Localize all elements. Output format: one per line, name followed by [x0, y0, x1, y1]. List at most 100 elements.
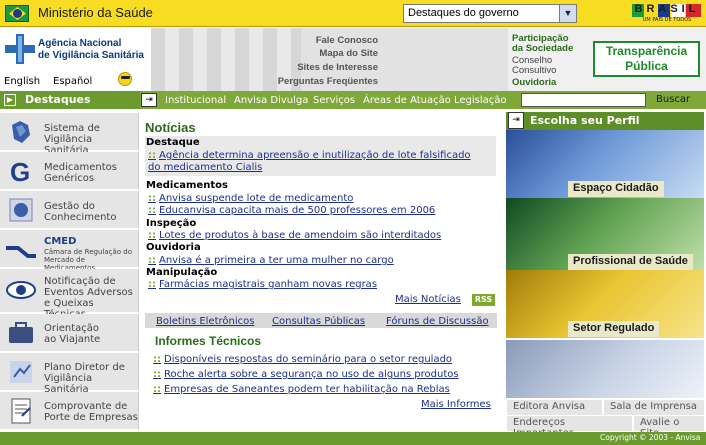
- section-heading-ouvidoria: Ouvidoria: [146, 242, 201, 253]
- sidebar-item-comprovante[interactable]: Comprovante de Porte de Empresas: [0, 392, 139, 430]
- sidebar-item-cmed[interactable]: CMED Câmara de Regulação do Mercado de M…: [0, 230, 139, 272]
- sidebar-label: Porte de Empresas: [44, 412, 138, 423]
- news-link[interactable]: :: Agência determina apreensão e inutiliz…: [148, 150, 471, 161]
- news-link[interactable]: :: Anvisa suspende lote de medicamento: [148, 193, 353, 204]
- sidebar-label: Orientação: [44, 323, 100, 334]
- generic-g-icon: G: [10, 157, 30, 186]
- contact-link[interactable]: Fale Conosco: [316, 35, 378, 46]
- sidebar-label: ao Viajante: [44, 334, 101, 345]
- transparency-line2: Pública: [625, 59, 668, 73]
- sidebar-item-plano[interactable]: Plano Diretor de Vigilância Sanitária: [0, 353, 139, 395]
- profile-citizen[interactable]: Espaço Cidadão: [568, 181, 664, 197]
- sidebar-label: Eventos Adversos: [44, 287, 133, 298]
- sidebar-label: Comprovante de: [44, 401, 128, 412]
- sidebar-label: Genéricos: [44, 173, 95, 184]
- transparency-line1: Transparência: [605, 44, 688, 58]
- brasil-wordmark: BRASIL: [634, 3, 700, 15]
- cmed-icon: [6, 246, 36, 258]
- report-link[interactable]: :: Empresas de Saneantes podem ter habili…: [153, 384, 450, 395]
- report-link[interactable]: :: Roche alerta sobre a segurança no uso …: [153, 369, 459, 380]
- nav-item-anvisa-divulga[interactable]: Anvisa Divulga: [234, 95, 308, 106]
- profile-regulated-sector[interactable]: Setor Regulado: [568, 321, 660, 337]
- tab-foruns[interactable]: Fóruns de Discussão: [386, 316, 489, 327]
- section-heading-manipulacao: Manipulação: [146, 267, 218, 278]
- spanish-link[interactable]: Español: [53, 76, 92, 87]
- enter-arrow-icon: ⇥: [141, 93, 157, 107]
- rate-site-link[interactable]: Avalie o Site: [634, 416, 704, 439]
- section-heading-medicamentos: Medicamentos: [146, 180, 228, 191]
- tab-consultas[interactable]: Consultas Públicas: [272, 316, 365, 327]
- press-room-link[interactable]: Sala de Imprensa: [604, 400, 704, 415]
- technical-reports-title: Informes Técnicos: [155, 334, 262, 348]
- ombudsman-link[interactable]: Ouvidoria: [512, 78, 556, 88]
- more-news-link[interactable]: Mais Notícias: [395, 294, 461, 305]
- anvisa-cross-icon: [5, 34, 35, 64]
- document-icon: [11, 398, 31, 424]
- brasil-tagline: UM PAÍS DE TODOS: [642, 17, 692, 23]
- agency-name-line2: de Vigilância Sanitária: [38, 50, 144, 61]
- map-icon: [12, 121, 30, 143]
- news-link[interactable]: do medicamento Cialis: [148, 162, 262, 173]
- office-image: [506, 340, 704, 398]
- search-button[interactable]: Buscar: [656, 94, 690, 105]
- editora-link[interactable]: Editora Anvisa: [507, 400, 602, 415]
- nav-item-areas[interactable]: Áreas de Atuação: [363, 95, 451, 106]
- sidebar-item-gestao[interactable]: Gestão do Conhecimento: [0, 191, 139, 229]
- section-heading-inspecao: Inspeção: [146, 218, 197, 229]
- sidebar-label: Notificação de: [44, 276, 116, 287]
- sidebar-label: CMED: [44, 236, 77, 247]
- profile-health-professional[interactable]: Profissional de Saúde: [568, 254, 693, 270]
- news-link[interactable]: :: Educanvisa capacita mais de 500 profes…: [148, 205, 435, 216]
- copyright: Copyright © 2003 - Anvisa: [600, 433, 701, 442]
- government-highlights-select[interactable]: Destaques do governo ▼: [403, 4, 577, 23]
- nav-item-servicos[interactable]: Serviços: [313, 95, 355, 106]
- tab-boletins[interactable]: Boletins Eletrônicos: [156, 316, 254, 327]
- faq-link[interactable]: Perguntas Freqüentes: [278, 76, 378, 87]
- svg-text:G: G: [10, 157, 30, 186]
- english-link[interactable]: English: [4, 76, 40, 87]
- sidebar-label: Sistema de: [44, 123, 100, 134]
- council-link-line2[interactable]: Consultivo: [512, 66, 556, 76]
- sites-of-interest-link[interactable]: Sites de Interesse: [297, 62, 378, 73]
- highlight-heading: Destaque: [146, 137, 200, 148]
- ministry-link[interactable]: Ministério da Saúde: [38, 5, 153, 20]
- sidebar-label: Plano Diretor de: [44, 362, 125, 373]
- sidebar-item-notificacao[interactable]: Notificação de Eventos Adversos e Queixa…: [0, 269, 139, 320]
- eye-icon: [6, 281, 36, 299]
- news-link[interactable]: :: Lotes de produtos à base de amendoim s…: [148, 230, 441, 241]
- brasil-logo[interactable]: BRASIL UM PAÍS DE TODOS: [632, 3, 702, 23]
- addresses-link[interactable]: Endereços Importantes: [507, 416, 632, 439]
- more-reports-link[interactable]: Mais Informes: [421, 399, 491, 410]
- agency-name[interactable]: Agência Nacional de Vigilância Sanitária: [38, 38, 144, 62]
- highlights-label: Destaques: [25, 93, 91, 106]
- news-title: Notícias: [145, 120, 196, 135]
- sidebar-label: Câmara de Regulação do: [44, 248, 132, 256]
- select-value: Destaques do governo: [408, 7, 519, 19]
- agency-name-line1: Agência Nacional: [38, 38, 122, 49]
- sidebar-label: Conhecimento: [44, 212, 117, 223]
- site-map-link[interactable]: Mapa do Site: [319, 48, 378, 59]
- nav-item-legislacao[interactable]: Legislação: [454, 95, 507, 106]
- news-link[interactable]: :: Farmácias magistrais ganham novas regr…: [148, 279, 377, 290]
- sidebar-item-viajante[interactable]: Orientação ao Viajante: [0, 314, 139, 352]
- enter-arrow-icon: ⇥: [508, 112, 524, 129]
- sidebar-label: Medicamentos: [44, 162, 118, 173]
- participation-link-line2[interactable]: da Sociedade: [512, 44, 573, 54]
- sidebar-item-sistema[interactable]: Sistema de Vigilância Sanitária: [0, 113, 139, 156]
- knowledge-icon: [9, 198, 33, 222]
- smiley-icon: [118, 72, 132, 86]
- report-link[interactable]: :: Disponíveis respostas do seminário par…: [153, 354, 452, 365]
- sidebar-label: Gestão do: [44, 201, 95, 212]
- chevron-down-icon[interactable]: ▼: [559, 5, 576, 22]
- brazil-flag-icon: [5, 5, 29, 22]
- nav-item-institucional[interactable]: Institucional: [165, 95, 226, 106]
- arrow-right-icon: ▶: [4, 94, 16, 106]
- suitcase-icon: [9, 322, 33, 343]
- search-input[interactable]: [521, 93, 646, 107]
- news-link[interactable]: :: Anvisa é a primeira a ter uma mulher n…: [148, 255, 394, 266]
- plan-icon: [10, 361, 32, 383]
- sidebar-item-genericos[interactable]: G Medicamentos Genéricos: [0, 152, 139, 190]
- transparency-button[interactable]: Transparência Pública: [593, 41, 700, 77]
- profile-title: Escolha seu Perfil: [530, 114, 640, 127]
- rss-icon[interactable]: RSS: [472, 294, 495, 306]
